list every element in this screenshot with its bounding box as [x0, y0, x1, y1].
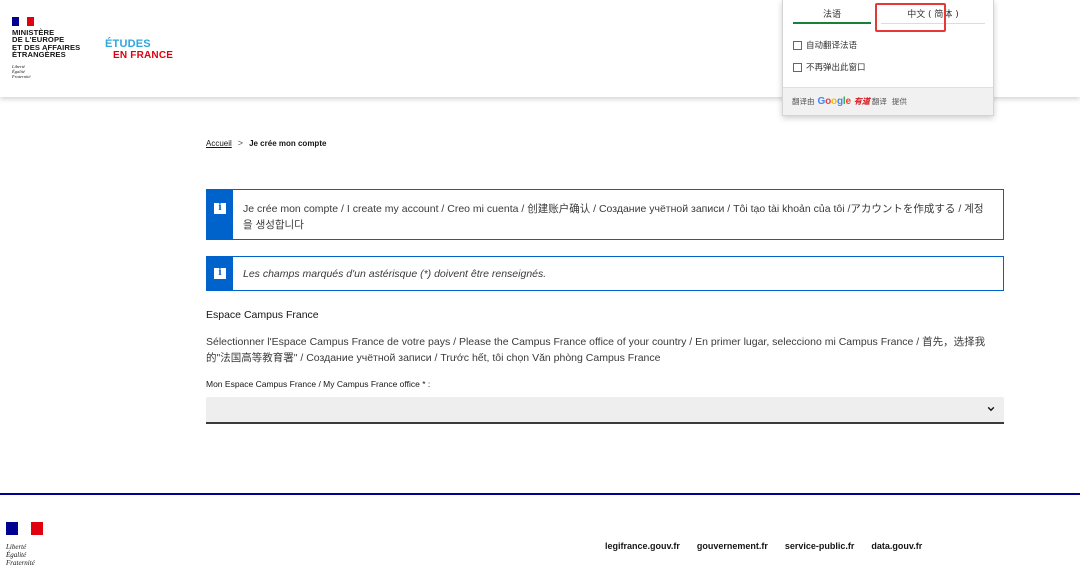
info-icon: i: [214, 203, 226, 214]
french-flag-icon: [12, 17, 34, 26]
breadcrumb-current: Je crée mon compte: [249, 138, 327, 148]
alert-bar: i: [207, 257, 233, 290]
google-logo: Google: [817, 96, 852, 107]
alert-text: Je crée mon compte / I create my account…: [243, 203, 984, 231]
french-flag-icon: [6, 522, 43, 535]
logo-top-text: ÉTUDES: [105, 38, 151, 50]
breadcrumb-home-link[interactable]: Accueil: [206, 139, 232, 148]
info-icon: i: [214, 268, 226, 279]
motto-line: Fraternité: [6, 559, 35, 567]
info-alert-account: i Je crée mon compte / I create my accou…: [206, 189, 1004, 240]
no-popup-label: 不再弹出此窗口: [806, 63, 866, 73]
youdao-logo: 有道: [853, 97, 870, 106]
republic-motto: Liberté Égalité Fraternité: [12, 64, 31, 79]
chevron-right-icon: >: [237, 138, 244, 148]
alert-bar: i: [207, 190, 233, 239]
motto-line: Égalité: [6, 551, 27, 559]
footer-link-data-gouv[interactable]: data.gouv.fr: [871, 541, 922, 551]
target-language-highlight: [875, 3, 946, 32]
campus-office-select[interactable]: [206, 397, 1004, 424]
auto-translate-checkbox[interactable]: [793, 40, 802, 50]
footer-prefix: 翻译由: [792, 97, 815, 106]
translate-popup: 法语 中文 ( 简体 ) 自动翻译法语 不再弹出此窗口 翻译由 Google 有…: [782, 0, 994, 116]
section-title: Espace Campus France: [206, 309, 319, 321]
footer-suffix: 提供: [891, 97, 907, 106]
footer-mid: 翻译: [871, 97, 887, 106]
etudes-en-france-logo[interactable]: ÉTUDES EN FRANCE: [105, 38, 174, 62]
translate-popup-footer: 翻译由 Google 有道 翻译 提供: [783, 87, 993, 115]
auto-translate-label: 自动翻译法语: [806, 41, 858, 51]
tab-source-language[interactable]: 法语: [793, 6, 871, 24]
no-popup-checkbox[interactable]: [793, 62, 802, 72]
footer-link-gouvernement[interactable]: gouvernement.fr: [697, 541, 768, 551]
section-description: Sélectionner l'Espace Campus France de v…: [206, 336, 986, 364]
chevron-down-icon: [987, 406, 995, 412]
auto-translate-option[interactable]: 自动翻译法语: [793, 39, 857, 51]
ministry-line: ÉTRANGÈRES: [12, 50, 66, 60]
footer-links: legifrance.gouv.fr gouvernement.fr servi…: [605, 541, 939, 551]
footer-link-service-public[interactable]: service-public.fr: [785, 541, 855, 551]
no-popup-option[interactable]: 不再弹出此窗口: [793, 61, 866, 73]
info-alert-required: i Les champs marqués d'un astérisque (*)…: [206, 256, 1004, 291]
footer-motto: Liberté Égalité Fraternité: [6, 543, 35, 567]
campus-office-label: Mon Espace Campus France / My Campus Fra…: [206, 379, 431, 389]
alert-text: Les champs marqués d'un astérisque (*) d…: [243, 268, 547, 280]
motto-line: Fraternité: [12, 74, 31, 79]
ministry-logo[interactable]: MINISTÈRE DE L'EUROPE ET DES AFFAIRES ÉT…: [12, 28, 80, 60]
logo-bottom-text: EN FRANCE: [113, 50, 174, 61]
breadcrumb: Accueil > Je crée mon compte: [206, 138, 326, 148]
motto-line: Liberté: [6, 543, 27, 551]
footer-link-legifrance[interactable]: legifrance.gouv.fr: [605, 541, 680, 551]
footer-divider: [0, 493, 1080, 495]
